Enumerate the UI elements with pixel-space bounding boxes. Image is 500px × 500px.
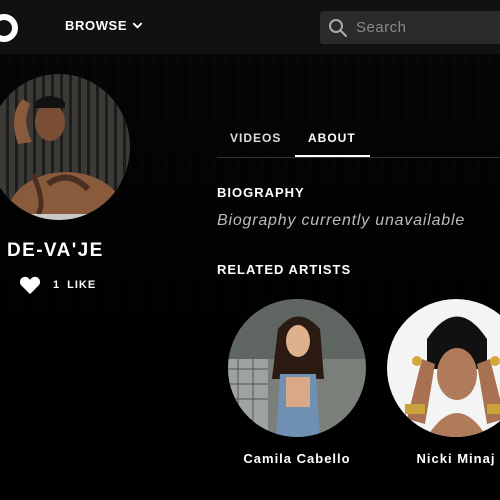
like-row: 1 LIKE xyxy=(19,275,96,295)
biography-heading: BIOGRAPHY xyxy=(217,185,305,200)
chevron-down-icon xyxy=(133,22,143,29)
related-artist-name: Nicki Minaj xyxy=(416,451,496,466)
search-box[interactable] xyxy=(320,11,500,44)
tab-videos[interactable]: VIDEOS xyxy=(230,131,281,145)
tab-about[interactable]: ABOUT xyxy=(308,131,356,145)
profile-tabs: VIDEOS ABOUT xyxy=(217,118,500,158)
logo[interactable] xyxy=(0,14,18,42)
related-artist-photo xyxy=(387,299,500,437)
artist-name: DE-VA'JE xyxy=(7,240,104,261)
active-tab-indicator xyxy=(295,155,370,157)
like-label: LIKE xyxy=(67,279,97,291)
browse-menu-button[interactable]: BROWSE xyxy=(65,18,143,33)
related-artist-name: Camila Cabello xyxy=(243,451,351,466)
top-nav-bar: BROWSE xyxy=(0,0,500,54)
search-icon xyxy=(329,18,347,37)
like-count: 1 xyxy=(53,279,61,291)
biography-text: Biography currently unavailable xyxy=(217,212,466,229)
heart-icon[interactable] xyxy=(19,275,41,295)
browse-label: BROWSE xyxy=(65,18,128,33)
related-artists-heading: RELATED ARTISTS xyxy=(217,262,352,277)
search-input[interactable] xyxy=(356,19,496,36)
related-artist-photo xyxy=(228,299,366,437)
related-artist-card[interactable]: Camila Cabello xyxy=(227,299,367,466)
related-artist-card[interactable]: Nicki Minaj xyxy=(386,299,500,466)
